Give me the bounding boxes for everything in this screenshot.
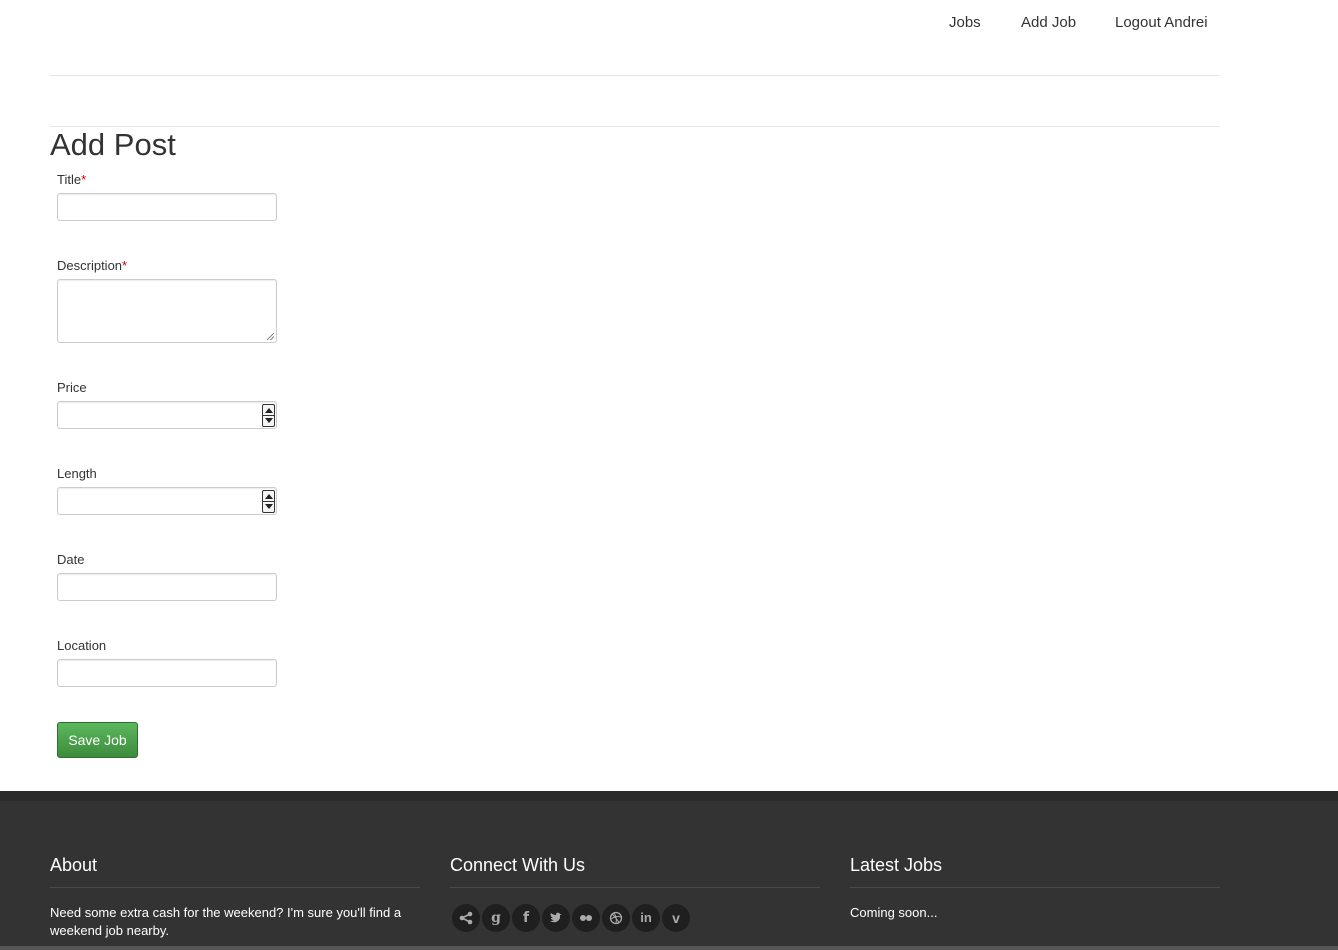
footer-latest-divider: [850, 887, 1220, 888]
linkedin-icon[interactable]: in: [632, 904, 660, 932]
footer-latest-heading: Latest Jobs: [850, 855, 943, 875]
title-label: Title*: [57, 172, 86, 188]
header-divider: [50, 75, 1220, 76]
page-title: Add Post: [50, 127, 176, 162]
price-label: Price: [57, 380, 87, 395]
location-label: Location: [57, 638, 107, 653]
price-spinner[interactable]: [262, 404, 275, 427]
nav-link-logout[interactable]: Logout Andrei: [1115, 14, 1208, 32]
nav-link-add-job[interactable]: Add Job: [1021, 14, 1076, 32]
footer-connect-divider: [450, 887, 820, 888]
footer-bottom-bar: [0, 946, 1338, 950]
twitter-icon[interactable]: [542, 904, 570, 932]
description-textarea[interactable]: [57, 279, 277, 343]
description-label: Description*: [57, 258, 127, 274]
spin-down-icon[interactable]: [265, 418, 273, 423]
vimeo-icon[interactable]: v: [662, 904, 690, 932]
spin-up-icon[interactable]: [265, 494, 273, 499]
description-label-text: Description: [57, 258, 123, 273]
footer-latest-text: Coming soon...: [850, 905, 938, 920]
length-number-input[interactable]: [57, 487, 277, 515]
spin-up-icon[interactable]: [265, 408, 273, 413]
spinner-divider: [263, 415, 274, 416]
dribbble-icon[interactable]: [602, 904, 630, 932]
location-input[interactable]: [57, 659, 277, 687]
flickr-icon[interactable]: [572, 904, 600, 932]
facebook-icon[interactable]: f: [512, 904, 540, 932]
required-marker: *: [81, 172, 87, 187]
content-divider: [50, 126, 1220, 127]
price-number-input[interactable]: [57, 401, 277, 429]
footer-about-text: Need some extra cash for the weekend? I'…: [50, 905, 402, 938]
length-spinner[interactable]: [262, 490, 275, 513]
spinner-divider: [263, 501, 274, 502]
length-label: Length: [57, 466, 97, 481]
save-job-button[interactable]: Save Job: [57, 722, 138, 758]
spin-down-icon[interactable]: [265, 504, 273, 509]
footer-about-heading: About: [50, 855, 98, 875]
footer-connect-heading: Connect With Us: [450, 855, 586, 875]
date-label: Date: [57, 552, 85, 567]
resize-grip-icon[interactable]: [267, 333, 274, 340]
google-icon[interactable]: g: [482, 904, 510, 932]
required-marker: *: [122, 258, 128, 273]
top-navigation: Jobs Add Job Logout Andrei: [0, 0, 1338, 46]
date-input[interactable]: [57, 573, 277, 601]
footer: About Need some extra cash for the weeke…: [0, 791, 1338, 950]
share-icon[interactable]: [452, 904, 480, 932]
title-input[interactable]: [57, 193, 277, 221]
title-label-text: Title: [57, 172, 82, 187]
nav-link-jobs[interactable]: Jobs: [949, 14, 981, 32]
footer-about-divider: [50, 887, 420, 888]
